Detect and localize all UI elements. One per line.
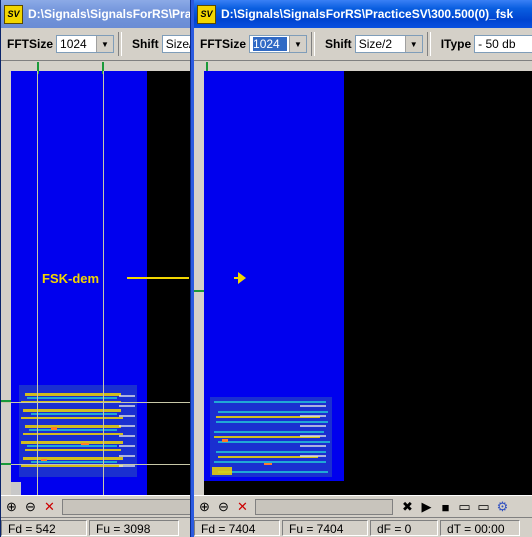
shift-label: Shift xyxy=(325,37,352,51)
zoom-in-icon[interactable]: ⊕ xyxy=(196,499,213,516)
zoom-out-icon[interactable]: ⊖ xyxy=(215,499,232,516)
right-ruler[interactable] xyxy=(194,61,532,71)
chevron-down-icon[interactable]: ▼ xyxy=(96,36,114,52)
zoom-out-icon[interactable]: ⊖ xyxy=(22,499,39,516)
shift-label: Shift xyxy=(132,37,159,51)
itype-select[interactable]: - 50 db xyxy=(474,35,532,53)
settings-icon[interactable]: ⚙ xyxy=(494,499,511,516)
cursor-line[interactable] xyxy=(103,71,104,495)
sv-logo-icon: SV xyxy=(197,4,216,24)
left-toolbar: FFTSize 1024 ▼ Shift Size/2 ▼ xyxy=(1,28,201,61)
right-spectrogram-window: SV D:\Signals\SignalsForRS\PracticeSV\30… xyxy=(191,0,532,537)
left-status-bar: Fd = 542 Fu = 3098 xyxy=(1,517,201,537)
close-x-icon[interactable]: ✖ xyxy=(399,499,416,516)
right-window-title: D:\Signals\SignalsForRS\PracticeSV\300.5… xyxy=(221,7,514,21)
right-icon-bar: ⊕ ⊖ ✕ ✖ ▶ ■ ▭ ▭ ⚙ xyxy=(194,495,532,518)
toolbar-separator xyxy=(311,32,316,56)
right-status-bar: Fd = 7404 Fu = 7404 dF = 0 dT = 00:00 xyxy=(194,517,532,537)
sv-logo-icon: SV xyxy=(4,4,23,24)
chevron-down-icon[interactable]: ▼ xyxy=(404,36,422,52)
fsk-dem-annotation: FSK-dem xyxy=(42,271,100,286)
right-marker[interactable] xyxy=(194,290,204,292)
fft-size-label: FFTSize xyxy=(7,37,54,51)
stop-icon[interactable]: ■ xyxy=(437,499,454,516)
fd-readout: Fd = 7404 xyxy=(194,520,280,536)
fu-readout: Fu = 3098 xyxy=(89,520,179,536)
left-ruler[interactable] xyxy=(1,61,201,71)
play-icon[interactable]: ▶ xyxy=(418,499,435,516)
fu-readout: Fu = 7404 xyxy=(282,520,368,536)
fft-size-select[interactable]: 1024 ▼ xyxy=(249,35,308,53)
toolbar-separator xyxy=(118,32,123,56)
right-toolbar: FFTSize 1024 ▼ Shift Size/2 ▼ IType - 50… xyxy=(194,28,532,61)
right-signal-burst xyxy=(210,397,332,477)
cursor-line[interactable] xyxy=(37,71,38,495)
shift-select[interactable]: Size/2 ▼ xyxy=(354,35,423,53)
left-title-bar[interactable]: SV D:\Signals\SignalsForRS\PracticeSV\ xyxy=(1,0,201,28)
zoom-in-icon[interactable]: ⊕ xyxy=(3,499,20,516)
dt-readout: dT = 00:00 xyxy=(440,520,520,536)
blank-button-icon[interactable]: ▭ xyxy=(475,499,492,516)
scroll-thumb[interactable] xyxy=(11,482,21,495)
left-icon-bar: ⊕ ⊖ ✕ xyxy=(1,495,201,518)
annotation-arrow-line xyxy=(127,277,189,279)
left-scrollbar[interactable] xyxy=(62,499,197,515)
blank-button-icon[interactable]: ▭ xyxy=(456,499,473,516)
left-spectrogram-window: SV D:\Signals\SignalsForRS\PracticeSV\ F… xyxy=(0,0,201,537)
cursor-line[interactable] xyxy=(1,402,191,403)
arrow-head-icon xyxy=(238,272,246,284)
cursor-line[interactable] xyxy=(1,464,191,465)
right-title-bar[interactable]: SV D:\Signals\SignalsForRS\PracticeSV\30… xyxy=(194,0,532,28)
right-spectrogram-plot[interactable] xyxy=(204,71,532,495)
left-marker[interactable] xyxy=(1,463,11,465)
itype-label: IType xyxy=(440,37,472,51)
chevron-down-icon[interactable]: ▼ xyxy=(289,36,307,52)
no-zoom-icon[interactable]: ✕ xyxy=(234,499,251,516)
left-window-title: D:\Signals\SignalsForRS\PracticeSV\ xyxy=(28,7,201,21)
df-readout: dF = 0 xyxy=(370,520,438,536)
left-signal-burst xyxy=(19,385,137,477)
fft-size-label: FFTSize xyxy=(200,37,247,51)
left-marker[interactable] xyxy=(1,400,11,402)
fft-size-select[interactable]: 1024 ▼ xyxy=(56,35,115,53)
right-scrollbar[interactable] xyxy=(255,499,393,515)
left-spectrogram-plot[interactable] xyxy=(11,71,191,495)
toolbar-separator xyxy=(426,32,431,56)
fd-readout: Fd = 542 xyxy=(1,520,87,536)
no-zoom-icon[interactable]: ✕ xyxy=(41,499,58,516)
